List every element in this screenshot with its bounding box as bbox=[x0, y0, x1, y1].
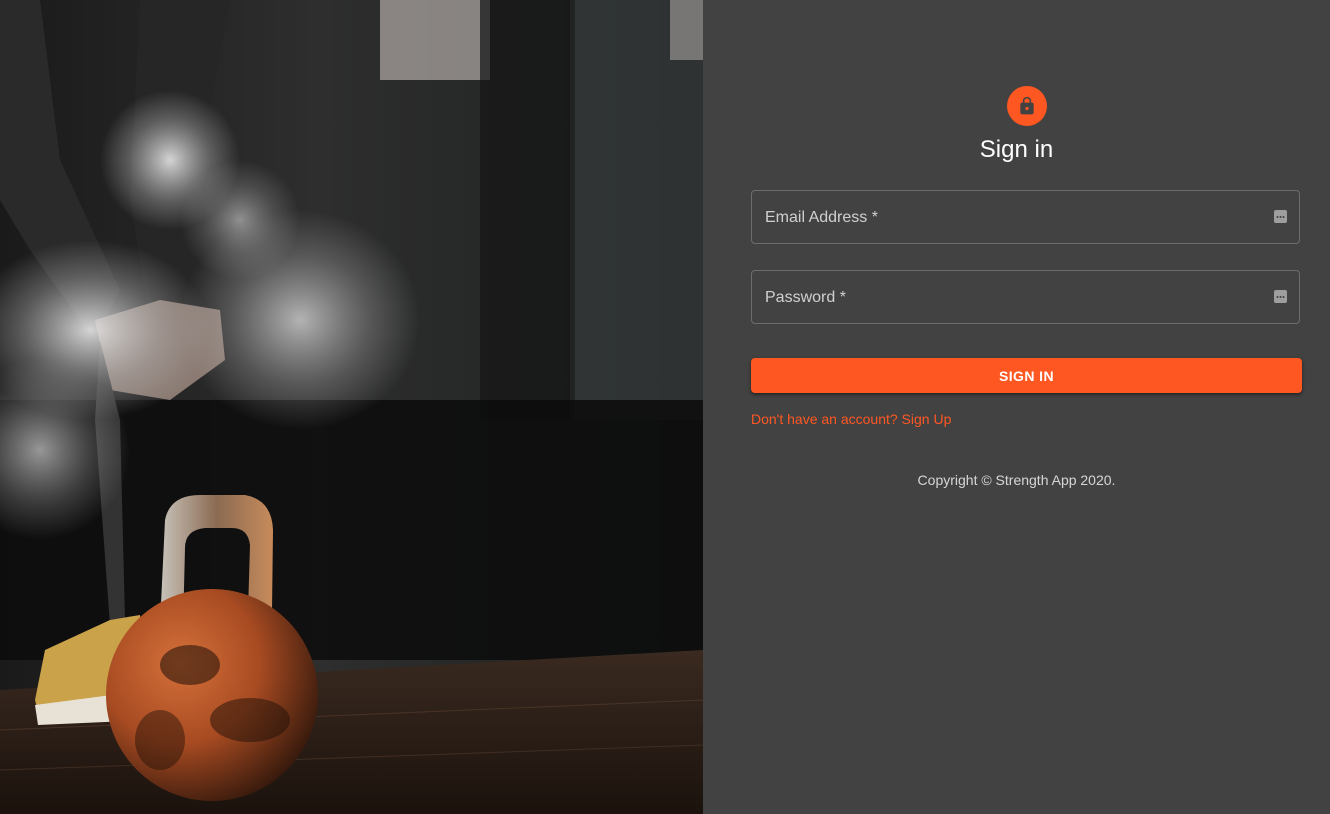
sign-in-page: Sign in Email Address * Password * SIGN … bbox=[0, 0, 1330, 814]
keyboard-dots-icon[interactable] bbox=[1274, 210, 1287, 223]
sign-up-link[interactable]: Don't have an account? Sign Up bbox=[751, 410, 951, 428]
sign-in-button[interactable]: SIGN IN bbox=[751, 358, 1302, 393]
copyright-text: Copyright © Strength App 2020. bbox=[917, 472, 1116, 488]
lock-icon bbox=[1020, 96, 1034, 115]
lock-avatar bbox=[1007, 86, 1047, 126]
sign-in-panel: Sign in Email Address * Password * SIGN … bbox=[703, 0, 1330, 814]
password-input[interactable] bbox=[752, 271, 1299, 323]
page-title: Sign in bbox=[979, 136, 1054, 163]
email-input[interactable] bbox=[752, 191, 1299, 243]
kettlebell-photo bbox=[0, 0, 703, 814]
password-field[interactable]: Password * bbox=[751, 270, 1300, 324]
hero-image bbox=[0, 0, 703, 814]
email-field[interactable]: Email Address * bbox=[751, 190, 1300, 244]
keyboard-dots-icon[interactable] bbox=[1274, 290, 1287, 303]
